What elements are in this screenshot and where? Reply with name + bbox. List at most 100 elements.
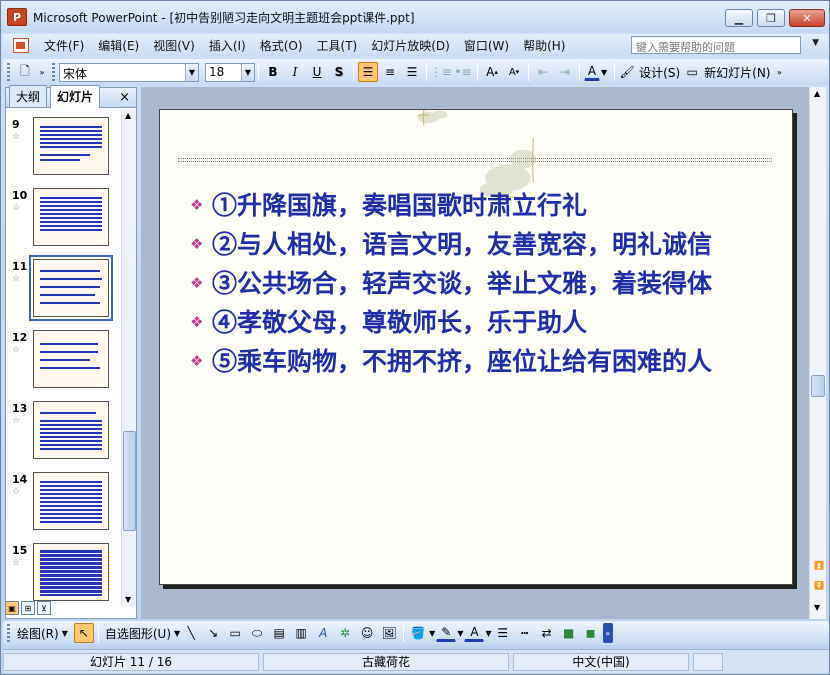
draw-menu-button[interactable]: 绘图(R) xyxy=(17,625,59,642)
align-right-icon[interactable]: ☰ xyxy=(402,62,422,82)
menu-view[interactable]: 视图(V) xyxy=(146,37,202,54)
scroll-up-icon[interactable]: ▲ xyxy=(814,89,820,98)
slide-thumbnail[interactable] xyxy=(33,330,109,388)
list-item[interactable]: 9 ☆ xyxy=(6,115,121,185)
list-item[interactable]: 11 ☆ xyxy=(6,255,121,327)
italic-button[interactable]: I xyxy=(285,62,305,82)
slide-thumbnail[interactable] xyxy=(33,117,109,175)
slide-thumbnail-selected[interactable] xyxy=(29,255,113,321)
new-slide-button[interactable]: 新幻灯片(N) xyxy=(704,64,770,81)
select-pointer-icon[interactable]: ↖ xyxy=(73,623,94,643)
menu-file[interactable]: 文件(F) xyxy=(37,37,91,54)
slide-thumbnail[interactable] xyxy=(33,401,109,459)
chevron-down-icon[interactable]: ▼ xyxy=(174,629,180,638)
font-color-icon[interactable]: A xyxy=(464,624,485,642)
list-item[interactable]: 13 ☆ xyxy=(6,399,121,469)
list-item[interactable]: 12 ☆ xyxy=(6,328,121,398)
menu-tools[interactable]: 工具(T) xyxy=(310,37,365,54)
scroll-down-icon[interactable]: ▼ xyxy=(814,603,820,612)
picture-icon[interactable]: 🖼 xyxy=(379,623,399,643)
line-style-icon[interactable]: ☰ xyxy=(493,623,513,643)
thumbnail-scrollbar[interactable]: ▲ ▼ xyxy=(121,109,136,606)
clipart-icon[interactable]: ☺ xyxy=(357,623,377,643)
slide-thumbnail[interactable] xyxy=(33,543,109,601)
chevron-down-icon[interactable]: ▼ xyxy=(601,68,607,77)
current-slide[interactable]: ❖ ①升降国旗，奏唱国歌时肃立行礼 ❖ ②与人相处，语言文明，友善宽容，明礼诚信… xyxy=(159,109,793,585)
arrow-tool-icon[interactable]: ↘ xyxy=(203,623,223,643)
close-button[interactable]: ✕ xyxy=(789,9,825,27)
chevron-down-icon[interactable]: ▼ xyxy=(185,63,198,81)
increase-font-size-icon[interactable]: A ▴ xyxy=(482,62,502,82)
list-item[interactable]: 10 ☆ xyxy=(6,186,121,256)
align-left-icon[interactable]: ☰ xyxy=(358,62,378,82)
chevron-down-icon[interactable]: ▼ xyxy=(485,629,491,638)
decrease-indent-icon[interactable]: ⇤ xyxy=(533,62,553,82)
decrease-font-size-icon[interactable]: A ▾ xyxy=(504,62,524,82)
increase-indent-icon[interactable]: ⇥ xyxy=(555,62,575,82)
line-tool-icon[interactable]: ╲ xyxy=(181,623,201,643)
toolbar-grip[interactable] xyxy=(7,63,10,81)
chevron-down-icon[interactable]: ▼ xyxy=(62,629,68,638)
list-item[interactable]: 15 ☆ xyxy=(6,541,121,606)
help-search-input[interactable]: 键入需要帮助的问题 xyxy=(631,36,801,54)
oval-tool-icon[interactable]: ⬭ xyxy=(247,623,267,643)
normal-view-icon[interactable]: ▣ xyxy=(5,601,19,615)
shadow-style-icon[interactable]: ■ xyxy=(559,623,579,643)
textbox-tool-icon[interactable]: ▤ xyxy=(269,623,289,643)
scroll-down-icon[interactable]: ▼ xyxy=(125,595,131,604)
slide-scrollbar[interactable]: ▲ ⏫ ⏬ ▼ xyxy=(809,87,826,619)
new-document-icon[interactable]: 🗋 xyxy=(15,62,35,82)
chevron-down-icon[interactable]: ▼ xyxy=(241,63,254,81)
powerpoint-app-icon[interactable]: P xyxy=(7,8,27,26)
bullets-icon[interactable]: •≡ xyxy=(453,62,473,82)
help-dropdown-icon[interactable]: ▼ xyxy=(812,38,819,48)
toolbar-options-icon[interactable]: » xyxy=(37,62,47,82)
menu-window[interactable]: 窗口(W) xyxy=(457,37,516,54)
menu-help[interactable]: 帮助(H) xyxy=(516,37,572,54)
dash-style-icon[interactable]: ┅ xyxy=(515,623,535,643)
slide-sorter-view-icon[interactable]: ⊞ xyxy=(21,601,35,615)
scroll-up-icon[interactable]: ▲ xyxy=(125,111,131,120)
next-slide-icon[interactable]: ⏬ xyxy=(814,581,824,590)
menu-insert[interactable]: 插入(I) xyxy=(202,37,253,54)
previous-slide-icon[interactable]: ⏫ xyxy=(814,561,824,570)
slide-body-text[interactable]: ❖ ①升降国旗，奏唱国歌时肃立行礼 ❖ ②与人相处，语言文明，友善宽容，明礼诚信… xyxy=(190,188,750,383)
slide-thumbnail[interactable] xyxy=(33,472,109,530)
restore-button[interactable]: ❐ xyxy=(757,9,785,27)
font-color-icon[interactable]: A xyxy=(584,63,600,81)
fill-color-icon[interactable]: 🪣 xyxy=(408,623,428,643)
numbering-icon[interactable]: ⋮≡ xyxy=(430,62,452,82)
chevron-down-icon[interactable]: ▼ xyxy=(457,629,463,638)
design-button[interactable]: 设计(S) xyxy=(639,64,680,81)
menu-edit[interactable]: 编辑(E) xyxy=(91,37,146,54)
menu-slideshow[interactable]: 幻灯片放映(D) xyxy=(364,37,457,54)
toolbar-options-icon[interactable]: » xyxy=(602,623,613,643)
slide-thumbnail[interactable] xyxy=(33,188,109,246)
font-name-combo[interactable]: 宋体 ▼ xyxy=(59,62,199,82)
wordart-icon[interactable]: A xyxy=(313,623,333,643)
arrow-style-icon[interactable]: ⇄ xyxy=(537,623,557,643)
vertical-textbox-icon[interactable]: ▥ xyxy=(291,623,311,643)
document-icon[interactable] xyxy=(13,37,29,53)
chevron-down-icon[interactable]: ▼ xyxy=(429,629,435,638)
tab-slides[interactable]: 幻灯片 xyxy=(50,85,101,108)
font-size-combo[interactable]: 18 ▼ xyxy=(205,62,255,82)
tab-outline[interactable]: 大纲 xyxy=(9,85,48,107)
shadow-button[interactable]: S xyxy=(329,62,349,82)
3d-style-icon[interactable]: ◼ xyxy=(581,623,601,643)
minimize-button[interactable]: ▁ xyxy=(725,9,753,27)
line-color-icon[interactable]: ✎ xyxy=(436,624,457,642)
diagram-icon[interactable]: ✲ xyxy=(335,623,355,643)
rectangle-tool-icon[interactable]: ▭ xyxy=(225,623,245,643)
toolbar-grip[interactable] xyxy=(7,624,10,642)
align-center-icon[interactable]: ≡ xyxy=(380,62,400,82)
toolbar-grip[interactable] xyxy=(52,63,55,81)
scrollbar-thumb[interactable] xyxy=(123,431,136,531)
underline-button[interactable]: U xyxy=(307,62,327,82)
list-item[interactable]: 14 ☆ xyxy=(6,470,121,540)
bold-button[interactable]: B xyxy=(263,62,283,82)
toolbar-options-icon[interactable]: » xyxy=(774,62,784,82)
scrollbar-thumb[interactable] xyxy=(811,375,825,397)
menu-format[interactable]: 格式(O) xyxy=(253,37,310,54)
autoshapes-button[interactable]: 自选图形(U) xyxy=(105,625,171,642)
